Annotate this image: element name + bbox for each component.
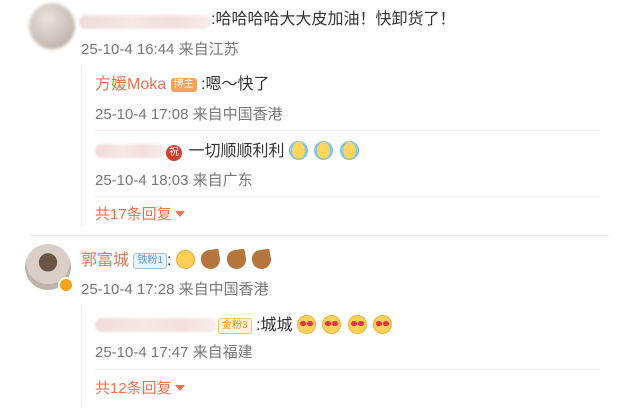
verified-icon — [58, 277, 74, 293]
reply-meta: 25-10-4 17:08 来自中国香港 — [95, 106, 283, 123]
flexed-biceps-icon — [250, 248, 273, 271]
reply-divider — [95, 369, 600, 370]
commenter-avatar[interactable] — [29, 3, 75, 49]
view-more-replies-button[interactable]: 共17条回复 — [95, 205, 185, 225]
commenter-name[interactable]: 郭富城 — [81, 252, 129, 269]
gold-fan-badge: 金粉3 — [218, 318, 252, 334]
grin-face-icon — [175, 250, 195, 269]
fan-badge: 铁粉1 — [133, 253, 168, 269]
reply-thread-line — [81, 306, 82, 406]
reply-item: 金粉3 :城城 — [218, 315, 394, 336]
view-more-replies-button[interactable]: 共12条回复 — [95, 379, 185, 399]
view-more-replies-label: 共17条回复 — [95, 206, 172, 223]
crying-face-icon — [288, 141, 308, 160]
heart-eyes-face-icon — [373, 315, 393, 334]
chevron-down-icon — [174, 211, 185, 217]
flexed-biceps-icon — [199, 248, 222, 271]
comment-header: 郭富城 铁粉1: — [81, 248, 273, 271]
view-more-replies-label: 共12条回复 — [95, 380, 172, 397]
comment-meta: 25-10-4 16:44 来自江苏 — [81, 41, 239, 58]
reply-item: 祝 一切顺顺利利 — [166, 141, 361, 162]
comment-text: :哈哈哈哈大大皮加油！快卸货了！ — [211, 11, 456, 28]
crying-face-icon — [314, 141, 334, 160]
reply-author-name-blurred[interactable] — [95, 144, 165, 158]
heart-eyes-face-icon — [322, 315, 342, 334]
wish-badge: 祝 — [166, 145, 182, 161]
reply-author-name[interactable]: 方媛Moka — [95, 76, 166, 93]
reply-divider — [95, 130, 600, 131]
reply-meta: 25-10-4 17:47 来自福建 — [95, 344, 253, 361]
reply-text: :嗯～快了 — [201, 76, 270, 93]
blogger-badge: 博主 — [170, 78, 197, 92]
reply-author-name-blurred[interactable] — [95, 318, 217, 332]
reply-meta: 25-10-4 18:03 来自广东 — [95, 172, 253, 189]
comment-meta: 25-10-4 17:28 来自中国香港 — [81, 281, 269, 298]
heart-eyes-face-icon — [296, 315, 316, 334]
commenter-name-blurred[interactable] — [79, 15, 211, 29]
chevron-down-icon — [174, 385, 185, 391]
crying-face-icon — [339, 141, 359, 160]
reply-text: :城城 — [256, 317, 293, 334]
reply-divider — [95, 196, 600, 197]
comment-divider — [29, 235, 609, 236]
heart-eyes-face-icon — [347, 315, 367, 334]
flexed-biceps-icon — [225, 248, 248, 271]
reply-item: 方媛Moka 博主 :嗯～快了 — [95, 75, 270, 95]
reply-text: 一切顺顺利利 — [188, 143, 285, 160]
reply-thread-line — [81, 67, 82, 227]
